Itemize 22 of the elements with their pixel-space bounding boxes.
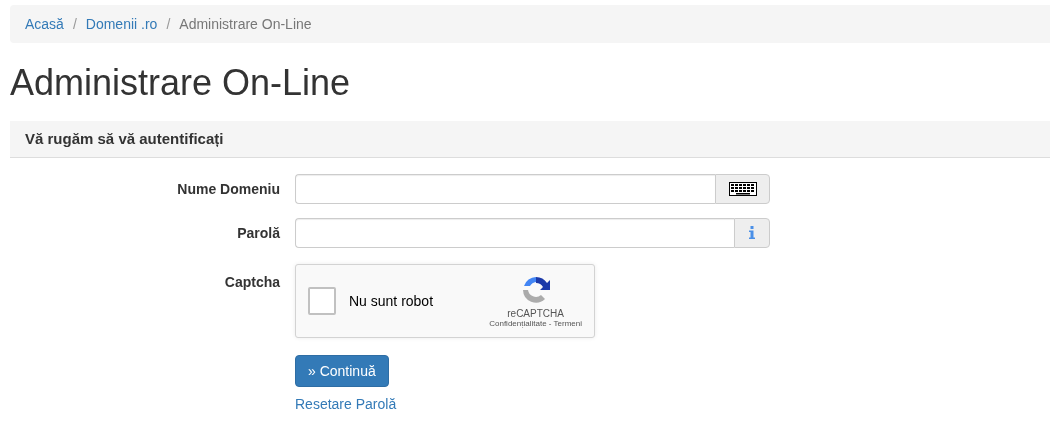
field-label: Captcha [224, 272, 280, 290]
keyboard-icon [728, 181, 757, 196]
breadcrumb-current: Administrare On-Line [179, 16, 312, 32]
keyboard-button[interactable] [715, 173, 770, 204]
captcha-label: Nu sunt robot [349, 292, 435, 309]
panel-title: Vă rugăm să vă autentificați [25, 130, 224, 148]
breadcrumb-link[interactable]: Acasă [25, 16, 64, 32]
reset-password-link[interactable]: Resetare Parolă [295, 395, 397, 412]
continue-button[interactable]: » Continuă [295, 354, 389, 387]
captcha-legal-links[interactable]: Confidențialitate - Termeni [489, 318, 582, 328]
breadcrumb-separator: / [71, 16, 78, 32]
field-label: Parolă [237, 224, 280, 241]
breadcrumb-separator: / [165, 16, 172, 32]
field-label: Nume Domeniu [177, 180, 280, 197]
page-title: Administrare On-Line [10, 63, 352, 103]
input-field[interactable] [295, 217, 734, 248]
info-button[interactable] [734, 217, 770, 248]
input-field[interactable] [295, 173, 715, 204]
breadcrumb-link[interactable]: Domenii .ro [85, 16, 158, 32]
info-icon [749, 226, 755, 240]
captcha-brand: reCAPTCHA [507, 307, 564, 319]
captcha-checkbox[interactable] [308, 286, 336, 315]
